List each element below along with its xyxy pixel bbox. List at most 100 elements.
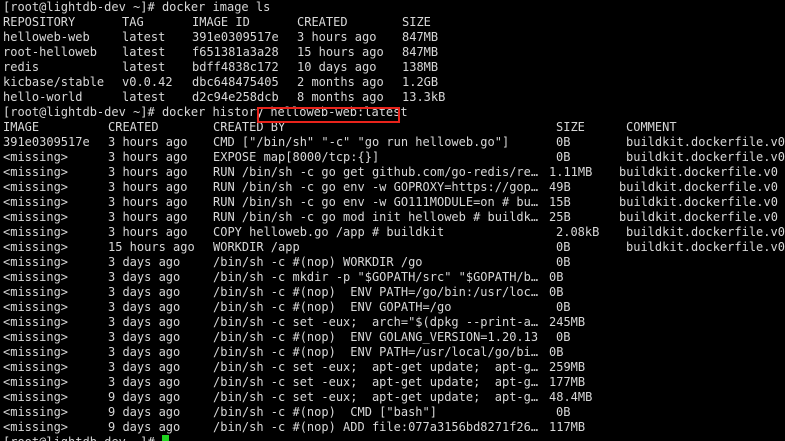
size: 259MB xyxy=(549,360,586,374)
size: 49B xyxy=(549,180,571,194)
image: <missing> xyxy=(3,390,69,404)
created: 3 hours ago xyxy=(108,135,188,149)
tag: latest xyxy=(122,45,166,59)
image: <missing> xyxy=(3,330,69,344)
created-by: /bin/sh -c set -eux; apt-get update; apt… xyxy=(213,360,539,374)
prompt: [root@lightdb-dev ~]# xyxy=(3,105,162,119)
created: 15 hours ago xyxy=(297,45,384,59)
image: <missing> xyxy=(3,345,69,359)
created: 8 months ago xyxy=(297,90,384,104)
history-row: <missing> 3 days ago /bin/sh -c #(nop) E… xyxy=(0,345,785,360)
created-by: RUN /bin/sh -c go env -w GO111MODULE=on … xyxy=(213,195,539,209)
size: 0B xyxy=(556,135,571,149)
image-row: helloweb-web latest 391e0309517e 3 hours… xyxy=(0,30,785,45)
image: <missing> xyxy=(3,285,69,299)
history-row: <missing> 9 days ago /bin/sh -c set -eux… xyxy=(0,390,785,405)
created: 15 hours ago xyxy=(108,240,195,254)
image: <missing> xyxy=(3,360,69,374)
image: <missing> xyxy=(3,270,69,284)
created: 9 days ago xyxy=(108,420,181,434)
col-header-image: IMAGE xyxy=(3,120,40,134)
created-by: RUN /bin/sh -c go get github.com/go-redi… xyxy=(213,165,539,179)
history-row: <missing> 3 days ago /bin/sh -c #(nop) E… xyxy=(0,300,785,315)
created-by: RUN /bin/sh -c go mod init helloweb # bu… xyxy=(213,210,539,224)
history-row: <missing> 3 hours ago RUN /bin/sh -c go … xyxy=(0,195,785,210)
image: <missing> xyxy=(3,405,69,419)
created-by: /bin/sh -c set -eux; apt-get update; apt… xyxy=(213,375,539,389)
image-row: kicbase/stable v0.0.42 dbc648475405 2 mo… xyxy=(0,75,785,90)
command-line-3[interactable]: [root@lightdb-dev ~]# xyxy=(0,435,785,441)
size: 0B xyxy=(549,270,564,284)
image-row: hello-world latest d2c94e258dcb 8 months… xyxy=(0,90,785,105)
comment: buildkit.dockerfile.v0 xyxy=(619,165,778,179)
image-table-header: REPOSITORY TAG IMAGE ID CREATED SIZE xyxy=(0,15,785,30)
created: 3 days ago xyxy=(108,270,181,284)
created: 3 days ago xyxy=(108,255,181,269)
prompt: [root@lightdb-dev ~]# xyxy=(3,0,162,14)
history-row: <missing> 3 days ago /bin/sh -c mkdir -p… xyxy=(0,270,785,285)
created-by: /bin/sh -c #(nop) ENV PATH=/go/bin:/usr/… xyxy=(213,285,539,299)
image-row: redis latest bdff4838c172 10 days ago 13… xyxy=(0,60,785,75)
comment: buildkit.dockerfile.v0 xyxy=(619,180,778,194)
image: <missing> xyxy=(3,315,69,329)
tag: latest xyxy=(122,90,166,104)
comment: buildkit.dockerfile.v0 xyxy=(626,225,785,239)
created: 9 days ago xyxy=(108,405,181,419)
created: 3 hours ago xyxy=(108,195,188,209)
history-row: <missing> 3 days ago /bin/sh -c #(nop) E… xyxy=(0,330,785,345)
tag: latest xyxy=(122,60,166,74)
terminal-window[interactable]: [root@lightdb-dev ~]# docker image ls RE… xyxy=(0,0,785,441)
created-by: EXPOSE map[8000/tcp:{}] xyxy=(213,150,380,164)
image: <missing> xyxy=(3,180,69,194)
repository: redis xyxy=(3,60,40,74)
created-by: /bin/sh -c #(nop) ENV GOPATH=/go xyxy=(213,300,452,314)
history-row: <missing> 3 days ago /bin/sh -c set -eux… xyxy=(0,360,785,375)
created-by: /bin/sh -c mkdir -p "$GOPATH/src" "$GOPA… xyxy=(213,270,539,284)
created: 3 days ago xyxy=(108,345,181,359)
image: <missing> xyxy=(3,210,69,224)
col-header-tag: TAG xyxy=(122,15,144,29)
history-row: <missing> 9 days ago /bin/sh -c #(nop) C… xyxy=(0,405,785,420)
size: 2.08kB xyxy=(556,225,600,239)
created-by: /bin/sh -c #(nop) CMD ["bash"] xyxy=(213,405,437,419)
history-row: <missing> 9 days ago /bin/sh -c #(nop) A… xyxy=(0,420,785,435)
created-by: COPY helloweb.go /app # buildkit xyxy=(213,225,445,239)
created: 10 days ago xyxy=(297,60,377,74)
image: <missing> xyxy=(3,195,69,209)
command-text: docker image ls xyxy=(161,0,271,14)
history-row: <missing> 3 hours ago COPY helloweb.go /… xyxy=(0,225,785,240)
col-header-repository: REPOSITORY xyxy=(3,15,76,29)
size: 0B xyxy=(556,405,571,419)
size: 0B xyxy=(556,330,571,344)
history-row: <missing> 3 hours ago RUN /bin/sh -c go … xyxy=(0,210,785,225)
comment: buildkit.dockerfile.v0 xyxy=(619,195,778,209)
image: <missing> xyxy=(3,300,69,314)
history-row: 391e0309517e 3 hours ago CMD ["/bin/sh" … xyxy=(0,135,785,150)
size: 138MB xyxy=(402,60,439,74)
created-by: /bin/sh -c set -eux; arch="$(dpkg --prin… xyxy=(213,315,539,329)
created: 3 hours ago xyxy=(108,180,188,194)
size: 245MB xyxy=(549,315,586,329)
comment: buildkit.dockerfile.v0 xyxy=(626,240,785,254)
created-by: CMD ["/bin/sh" "-c" "go run helloweb.go"… xyxy=(213,135,510,149)
image-id: 391e0309517e xyxy=(192,30,279,44)
history-row: <missing> 3 hours ago EXPOSE map[8000/tc… xyxy=(0,150,785,165)
col-header-image-id: IMAGE ID xyxy=(192,15,250,29)
comment: buildkit.dockerfile.v0 xyxy=(626,150,785,164)
tag: latest xyxy=(122,30,166,44)
comment: buildkit.dockerfile.v0 xyxy=(619,210,778,224)
history-row: <missing> 3 days ago /bin/sh -c set -eux… xyxy=(0,375,785,390)
image: <missing> xyxy=(3,375,69,389)
size: 0B xyxy=(556,240,571,254)
created: 3 days ago xyxy=(108,360,181,374)
size: 0B xyxy=(549,285,564,299)
image: 391e0309517e xyxy=(3,135,90,149)
cursor-block xyxy=(161,435,169,441)
history-row: <missing> 3 hours ago RUN /bin/sh -c go … xyxy=(0,180,785,195)
size: 847MB xyxy=(402,45,439,59)
col-header-created: CREATED xyxy=(108,120,159,134)
size: 1.11MB xyxy=(549,165,593,179)
repository: hello-world xyxy=(3,90,83,104)
command-argument: helloweb-web:latest xyxy=(270,105,408,119)
command-text: docker history xyxy=(161,105,271,119)
